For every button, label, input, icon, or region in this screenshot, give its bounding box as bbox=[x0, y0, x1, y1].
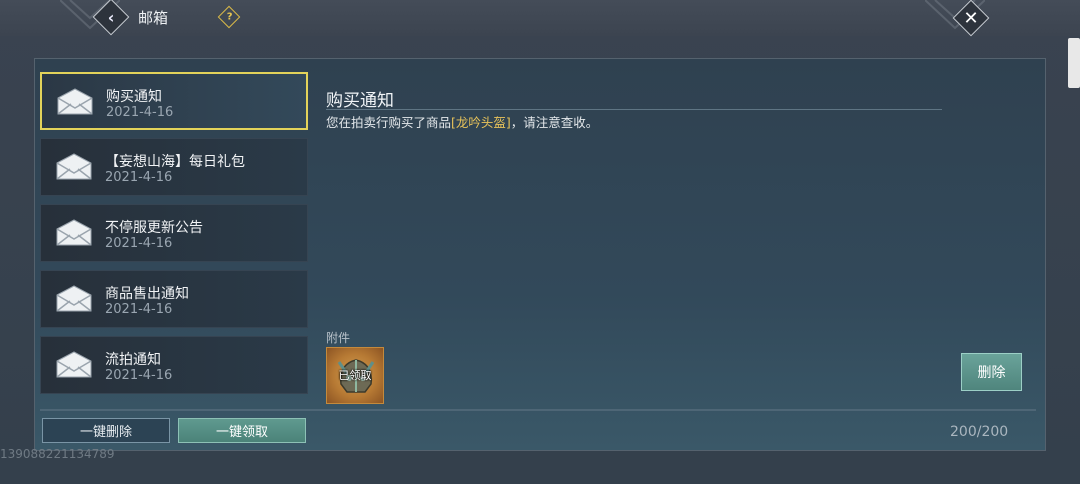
attachment-label: 附件 bbox=[326, 331, 351, 345]
mail-date: 2021-4-16 bbox=[105, 170, 173, 185]
envelope-icon bbox=[56, 285, 92, 312]
envelope-icon bbox=[56, 219, 92, 246]
mail-detail-body: 您在拍卖行购买了商品[龙吟头盔]，请注意查收。 bbox=[326, 112, 598, 131]
envelope-icon bbox=[56, 153, 92, 180]
mail-subject: 购买通知 bbox=[106, 89, 162, 105]
mail-date: 2021-4-16 bbox=[105, 368, 173, 383]
mail-detail: 购买通知 您在拍卖行购买了商品[龙吟头盔]，请注意查收。 bbox=[316, 72, 1038, 402]
page-title: 邮箱 bbox=[138, 9, 169, 27]
mail-detail-title: 购买通知 bbox=[326, 91, 394, 111]
mail-item-failed-auction[interactable]: 流拍通知 2021-4-16 bbox=[40, 336, 308, 394]
mail-date: 2021-4-16 bbox=[105, 236, 173, 251]
envelope-icon bbox=[56, 351, 92, 378]
user-id: 139088221134789 bbox=[0, 447, 115, 461]
body-suffix: ，请注意查收。 bbox=[510, 115, 599, 130]
chevron-left-icon: ‹ bbox=[107, 7, 115, 27]
mail-date: 2021-4-16 bbox=[106, 105, 174, 120]
attachment-item[interactable]: 已领取 bbox=[326, 347, 384, 404]
mail-item-sold-notice[interactable]: 商品售出通知 2021-4-16 bbox=[40, 270, 308, 328]
mail-item-update-announcement[interactable]: 不停服更新公告 2021-4-16 bbox=[40, 204, 308, 262]
mail-subject: 商品售出通知 bbox=[105, 286, 189, 302]
mail-subject: 不停服更新公告 bbox=[105, 220, 203, 236]
mail-item-purchase-notice[interactable]: 购买通知 2021-4-16 bbox=[40, 72, 308, 130]
claimed-label: 已领取 bbox=[338, 369, 372, 382]
mail-count: 200/200 bbox=[950, 424, 1009, 440]
delete-button[interactable]: 删除 bbox=[961, 353, 1022, 391]
side-tab[interactable] bbox=[1068, 38, 1080, 88]
body-prefix: 您在拍卖行购买了商品 bbox=[326, 115, 452, 130]
mail-subject: 流拍通知 bbox=[105, 352, 161, 368]
mail-date: 2021-4-16 bbox=[105, 302, 173, 317]
mail-item-daily-gift[interactable]: 【妄想山海】每日礼包 2021-4-16 bbox=[40, 138, 308, 196]
item-name-link[interactable]: [龙吟头盔] bbox=[451, 115, 511, 130]
envelope-icon bbox=[57, 88, 93, 115]
mail-subject: 【妄想山海】每日礼包 bbox=[105, 154, 245, 170]
divider bbox=[326, 109, 942, 110]
close-icon: ✕ bbox=[963, 7, 979, 29]
delete-all-button[interactable]: 一键删除 bbox=[42, 418, 170, 443]
claim-all-button[interactable]: 一键领取 bbox=[178, 418, 306, 443]
footer-divider bbox=[40, 409, 1036, 411]
question-icon: ? bbox=[226, 11, 233, 23]
